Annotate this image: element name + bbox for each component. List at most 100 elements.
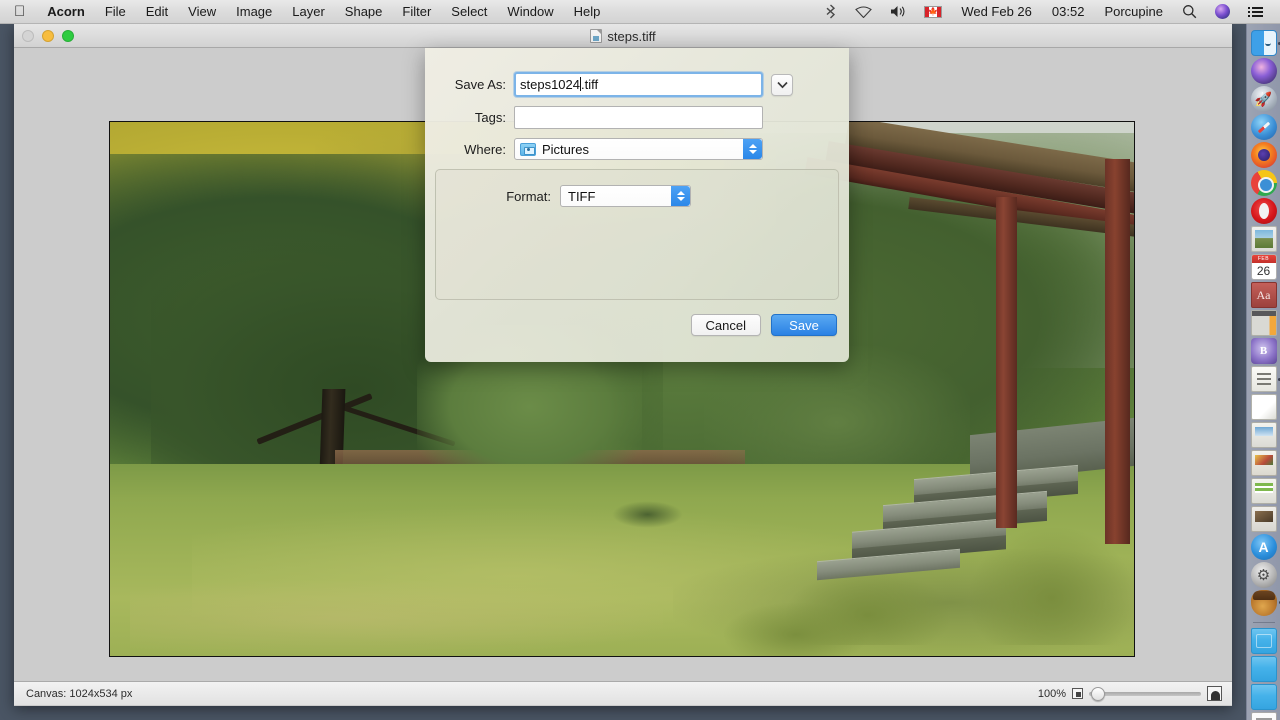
close-button[interactable] (22, 29, 34, 42)
dock-item-textedit[interactable] (1250, 394, 1277, 420)
dock-item-dictionary[interactable]: Aa (1250, 282, 1277, 308)
window-title-group: steps.tiff (14, 24, 1232, 48)
menu-filter[interactable]: Filter (392, 0, 441, 24)
format-popup-button[interactable]: TIFF (560, 185, 691, 207)
expand-dialog-button[interactable] (771, 73, 793, 96)
menu-layer[interactable]: Layer (282, 0, 335, 24)
chevron-up-icon (676, 191, 685, 195)
dock-item-photos[interactable] (1250, 226, 1277, 252)
menu-edit[interactable]: Edit (136, 0, 178, 24)
bluetooth-icon (826, 4, 836, 19)
format-value: TIFF (568, 188, 596, 204)
tags-row: Tags: (425, 106, 849, 129)
dock-item-downloads-folder[interactable] (1250, 628, 1277, 654)
save-as-input[interactable]: steps1024.tiff (514, 72, 763, 97)
minimize-button[interactable] (42, 29, 54, 42)
photo-pergola-post-left (995, 196, 1018, 528)
menu-help[interactable]: Help (564, 0, 611, 24)
save-as-row: Save As: steps1024.tiff (425, 72, 849, 97)
tags-input[interactable] (514, 106, 763, 129)
save-as-filename: steps1024 (520, 77, 580, 92)
dock-item-pages[interactable] (1250, 422, 1277, 448)
menu-bar-date[interactable]: Wed Feb 26 (951, 0, 1042, 24)
dock-item-numbers[interactable] (1250, 478, 1277, 504)
small-image-icon[interactable] (1072, 688, 1083, 699)
zoom-slider-knob[interactable] (1091, 686, 1105, 701)
window-title-bar[interactable]: steps.tiff (14, 24, 1232, 48)
photo-small-bush (611, 501, 684, 528)
dock-item-finder[interactable] (1250, 30, 1280, 56)
dock-item-document-file[interactable] (1250, 712, 1277, 720)
menu-bar-clock[interactable]: 03:52 (1042, 0, 1095, 24)
menu-image[interactable]: Image (226, 0, 282, 24)
save-button[interactable]: Save (771, 314, 837, 336)
siri-menu[interactable] (1206, 0, 1239, 24)
menu-app-name[interactable]: Acorn (37, 0, 95, 24)
menu-view[interactable]: View (178, 0, 226, 24)
spotlight-menu[interactable] (1173, 0, 1206, 24)
canvas-size-label: Canvas: 1024x534 px (26, 687, 133, 700)
dock-item-documents-folder[interactable] (1250, 656, 1277, 682)
dock-separator (1252, 622, 1275, 623)
wifi-icon (855, 5, 873, 18)
dock-item-keynote[interactable] (1250, 450, 1277, 476)
zoom-slider[interactable] (1089, 686, 1201, 701)
save-dialog-sheet: Save As: steps1024.tiff Tags: Where: Pic… (425, 48, 849, 362)
dock-item-imovie[interactable] (1250, 506, 1277, 532)
where-value: Pictures (542, 141, 589, 157)
dock-item-opera[interactable] (1250, 198, 1277, 224)
menu-window[interactable]: Window (497, 0, 563, 24)
dock-item-launchpad[interactable] (1250, 86, 1277, 112)
dock-item-preview[interactable] (1250, 366, 1280, 392)
chevron-up-icon (748, 144, 757, 148)
wifi-menu[interactable] (846, 0, 881, 24)
dock-item-calendar[interactable]: FEB 26 (1250, 254, 1277, 280)
status-bar: Canvas: 1024x534 px 100% (14, 681, 1232, 705)
dock-item-projects-folder[interactable] (1250, 684, 1277, 710)
volume-menu[interactable] (881, 0, 915, 24)
tags-label: Tags: (474, 110, 506, 125)
chevron-down-icon (776, 81, 788, 88)
search-icon (1183, 5, 1197, 19)
desktop-screen:  Acorn File Edit View Image Layer Shape… (0, 0, 1280, 720)
photo-lawn-dry-patch (130, 581, 663, 656)
dock-item-safari[interactable] (1250, 114, 1277, 140)
window-controls (14, 29, 74, 42)
acorn-document-window: steps.tiff Canvas: 1024x534 px 100% Save… (14, 24, 1232, 706)
zoom-controls: 100% (1038, 686, 1232, 701)
large-image-icon[interactable] (1207, 686, 1222, 701)
where-row: Where: Pictures (425, 138, 849, 160)
bluetooth-menu[interactable] (815, 0, 846, 24)
menu-select[interactable]: Select (441, 0, 497, 24)
dock-item-acorn[interactable] (1250, 590, 1280, 616)
input-source-menu[interactable] (915, 0, 951, 24)
format-stepper-icon (671, 186, 690, 206)
dock-item-system-preferences[interactable] (1250, 562, 1277, 588)
save-as-label: Save As: (454, 77, 506, 92)
dock-item-chrome[interactable] (1250, 170, 1277, 196)
menu-bar-user[interactable]: Porcupine (1094, 0, 1173, 24)
cancel-button[interactable]: Cancel (690, 314, 761, 336)
menu-file[interactable]: File (95, 0, 136, 24)
menu-bar-status-area: Wed Feb 26 03:52 Porcupine (815, 0, 1280, 24)
dock-item-bbedit[interactable]: B (1250, 338, 1277, 364)
siri-icon (1215, 4, 1230, 19)
notification-center-menu[interactable] (1239, 0, 1272, 24)
dock: FEB26Aa B (1246, 24, 1280, 720)
zoom-button[interactable] (62, 29, 74, 42)
format-row: Format: TIFF (436, 185, 838, 207)
where-popup-button[interactable]: Pictures (514, 138, 763, 160)
dock-item-firefox[interactable] (1250, 142, 1277, 168)
menu-shape[interactable]: Shape (335, 0, 393, 24)
menu-bar:  Acorn File Edit View Image Layer Shape… (0, 0, 1280, 24)
window-title: steps.tiff (607, 28, 656, 44)
dock-item-siri[interactable] (1250, 58, 1277, 84)
dock-item-notes[interactable] (1250, 310, 1277, 336)
format-label: Format: (506, 188, 551, 204)
apple-menu[interactable]:  (0, 0, 37, 24)
document-icon (590, 29, 603, 43)
apple-logo-icon:  (14, 4, 25, 19)
save-as-extension: .tiff (581, 77, 599, 92)
dock-item-app-store[interactable] (1250, 534, 1277, 560)
zoom-level-label: 100% (1037, 687, 1066, 700)
